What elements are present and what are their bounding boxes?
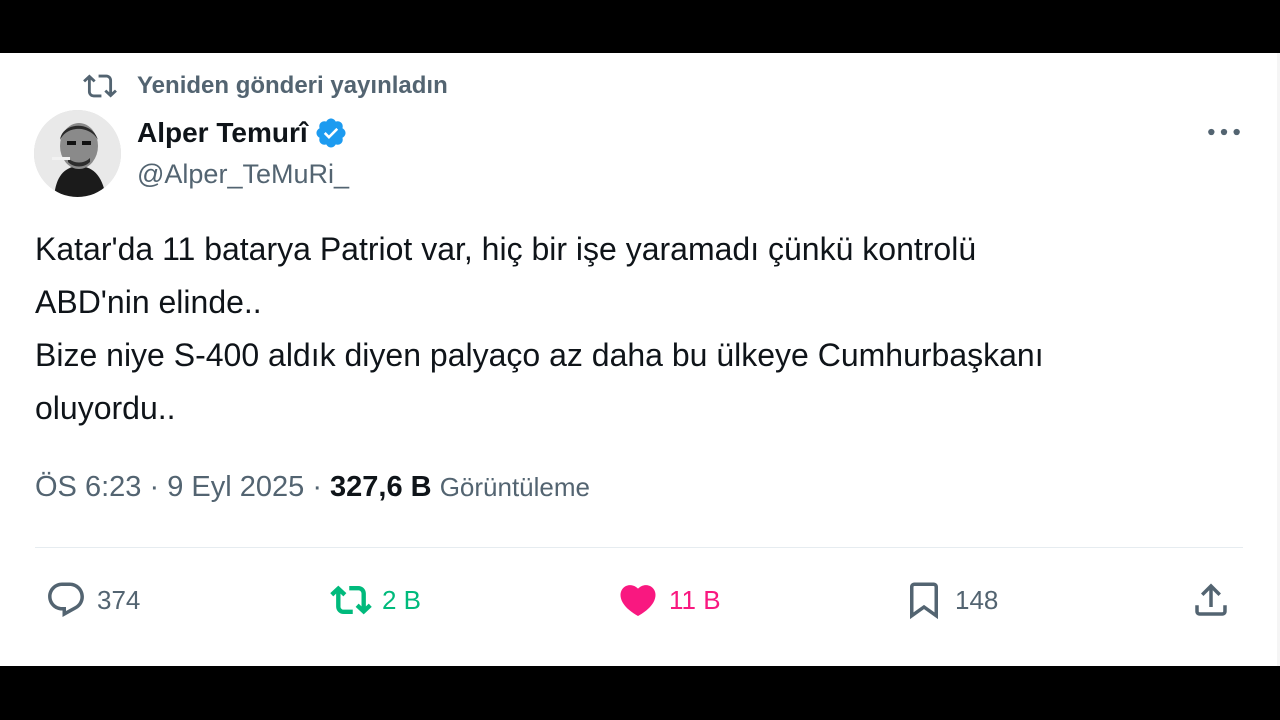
- bookmark-icon: [910, 582, 938, 620]
- views-label: Görüntüleme: [439, 472, 590, 502]
- author-handle[interactable]: @Alper_TeMuRi_: [137, 159, 349, 190]
- avatar[interactable]: [34, 110, 121, 197]
- more-icon: [1208, 128, 1240, 136]
- author-name[interactable]: Alper Temurî: [137, 117, 308, 149]
- repost-button[interactable]: 2 B: [330, 579, 421, 621]
- tweet-time[interactable]: ÖS 6:23: [35, 471, 141, 503]
- views-count: 327,6 B: [330, 471, 432, 503]
- tweet-line: ABD'nin elinde..: [35, 284, 262, 320]
- tweet-date[interactable]: 9 Eyl 2025: [167, 471, 304, 503]
- repost-icon: [330, 585, 372, 615]
- verified-badge-icon: [316, 118, 346, 148]
- reply-count: 374: [97, 584, 141, 615]
- reply-button[interactable]: 374: [45, 579, 140, 621]
- repost-icon: [83, 74, 117, 98]
- bookmark-button[interactable]: 148: [903, 579, 998, 621]
- like-button[interactable]: 11 B: [617, 579, 721, 621]
- meta-separator: ·: [149, 471, 160, 503]
- more-button[interactable]: [1204, 115, 1244, 149]
- tweet-line: Katar'da 11 batarya Patriot var, hiç bir…: [35, 231, 977, 267]
- heart-icon: [620, 585, 656, 617]
- tweet-line: Bize niye S-400 aldık diyen palyaço az d…: [35, 337, 1044, 373]
- repost-indicator[interactable]: Yeniden gönderi yayınladın: [83, 69, 448, 103]
- share-button[interactable]: [1190, 579, 1242, 621]
- tweet-text: Katar'da 11 batarya Patriot var, hiç bir…: [35, 223, 1235, 435]
- like-count: 11 B: [669, 584, 721, 615]
- author-block: Alper Temurî @Alper_TeMuRi_: [137, 113, 349, 190]
- reply-icon: [48, 582, 84, 617]
- bookmark-count: 148: [955, 584, 999, 615]
- tweet-line: oluyordu..: [35, 390, 176, 426]
- share-icon: [1195, 583, 1227, 616]
- tweet-meta: ÖS 6:23 · 9 Eyl 2025 · 327,6 B Görüntüle…: [35, 471, 590, 504]
- avatar-image: [34, 110, 121, 197]
- repost-count: 2 B: [382, 584, 422, 615]
- tweet-card: Yeniden gönderi yayınladın Alper Temurî …: [0, 53, 1280, 666]
- meta-separator: ·: [312, 471, 322, 503]
- repost-label: Yeniden gönderi yayınladın: [137, 72, 448, 99]
- divider: [35, 547, 1243, 548]
- author-name-row: Alper Temurî: [137, 113, 349, 153]
